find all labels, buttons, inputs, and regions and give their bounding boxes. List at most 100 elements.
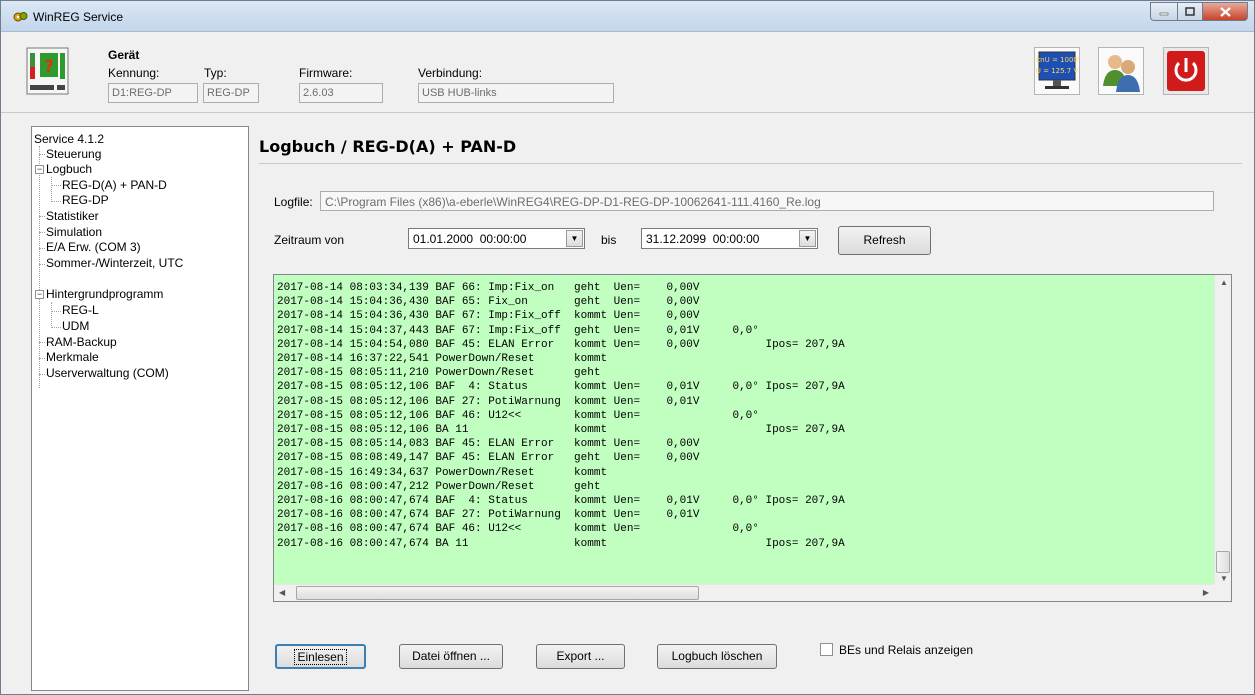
bes-relais-checkbox[interactable]	[820, 643, 833, 656]
monitor-line-1: knU = 1000	[1036, 56, 1078, 64]
chevron-down-icon: ▼	[803, 234, 812, 243]
from-date-value: 01.01.2000 00:00:00	[413, 232, 527, 246]
svg-text:?: ?	[44, 57, 54, 77]
log-line: 2017-08-15 16:49:34,637 PowerDown/Reset …	[277, 466, 608, 479]
log-line: 2017-08-16 08:00:47,212 PowerDown/Reset …	[277, 480, 601, 493]
tree-item-reg-da-pan-d[interactable]: REG-D(A) + PAN-D	[62, 178, 167, 193]
power-off-button[interactable]	[1163, 47, 1209, 95]
measurement-monitor-button[interactable]: knU = 1000 U = 125.7 V	[1034, 47, 1080, 95]
tree-item-reg-dp[interactable]: REG-DP	[62, 193, 109, 208]
title-divider	[259, 163, 1242, 164]
title-bar[interactable]: WinREG Service	[1, 1, 1254, 32]
export-button[interactable]: Export ...	[536, 644, 625, 669]
log-output[interactable]: 2017-08-14 08:03:34,139 BAF 66: Imp:Fix_…	[273, 274, 1232, 602]
user-management-button[interactable]	[1098, 47, 1144, 95]
logbuch-loeschen-button[interactable]: Logbuch löschen	[657, 644, 777, 669]
log-line: 2017-08-16 08:00:47,674 BA 11 kommt Ipos…	[277, 537, 845, 550]
log-line: 2017-08-16 08:00:47,674 BAF 46: U12<< ko…	[277, 523, 759, 536]
app-icon	[13, 12, 28, 22]
log-line: 2017-08-14 15:04:36,430 BAF 67: Imp:Fix_…	[277, 310, 700, 323]
chevron-down-icon: ▼	[570, 234, 579, 243]
typ-field: REG-DP	[203, 83, 259, 103]
typ-label: Typ:	[204, 66, 227, 80]
tree-item-hintergrundprogramm[interactable]: Hintergrundprogramm	[46, 287, 163, 302]
log-line: 2017-08-15 08:05:11,210 PowerDown/Reset …	[277, 367, 601, 380]
scroll-down-icon[interactable]: ▼	[1220, 574, 1228, 583]
page-title: Logbuch / REG-D(A) + PAN-D	[259, 137, 517, 156]
logfile-label: Logfile:	[274, 195, 313, 209]
log-line: 2017-08-14 16:37:22,541 PowerDown/Reset …	[277, 353, 608, 366]
minimize-button[interactable]	[1150, 2, 1178, 21]
scroll-right-icon[interactable]: ▶	[1203, 588, 1209, 597]
from-dropdown-button[interactable]: ▼	[566, 230, 583, 247]
power-icon	[1167, 51, 1205, 91]
log-line: 2017-08-15 08:05:14,083 BAF 45: ELAN Err…	[277, 438, 700, 451]
to-dropdown-button[interactable]: ▼	[799, 230, 816, 247]
collapse-logbuch-icon[interactable]: −	[35, 165, 44, 174]
users-icon	[1103, 55, 1140, 92]
scroll-left-icon[interactable]: ◀	[279, 588, 285, 597]
close-button[interactable]	[1202, 2, 1248, 21]
einlesen-button[interactable]: Einlesen	[275, 644, 366, 669]
tree-item-sommer-winterzeit[interactable]: Sommer-/Winterzeit, UTC	[46, 256, 183, 271]
log-lines: 2017-08-14 08:03:34,139 BAF 66: Imp:Fix_…	[277, 281, 845, 551]
tree-item-steuerung[interactable]: Steuerung	[46, 147, 101, 162]
log-line: 2017-08-14 15:04:36,430 BAF 65: Fix_on g…	[277, 296, 700, 309]
log-line: 2017-08-15 08:05:12,106 BAF 46: U12<< ko…	[277, 409, 759, 422]
to-date-value: 31.12.2099 00:00:00	[646, 232, 760, 246]
device-label: Gerät	[108, 48, 140, 62]
einlesen-label: Einlesen	[294, 649, 347, 665]
log-line: 2017-08-14 08:03:34,139 BAF 66: Imp:Fix_…	[277, 282, 700, 294]
tree-item-udm[interactable]: UDM	[62, 319, 89, 334]
vertical-scroll-thumb[interactable]	[1216, 551, 1230, 573]
app-window: WinREG Service ? Gerät Kennung: D1:REG-D…	[0, 0, 1255, 695]
monitor-line-2: U = 125.7 V	[1036, 67, 1079, 75]
tree-item-logbuch[interactable]: Logbuch	[46, 162, 92, 177]
firmware-field: 2.6.03	[299, 83, 383, 103]
firmware-label: Firmware:	[299, 66, 353, 80]
scroll-corner	[1214, 584, 1231, 601]
logfile-path-field: C:\Program Files (x86)\a-eberle\WinREG4\…	[320, 191, 1214, 211]
vertical-scrollbar[interactable]: ▲ ▼	[1214, 275, 1231, 586]
tree-item-reg-l[interactable]: REG-L	[62, 303, 99, 318]
tree-root-service[interactable]: Service 4.1.2	[34, 132, 104, 147]
device-header: ? Gerät Kennung: D1:REG-DP Typ: REG-DP F…	[1, 33, 1254, 113]
monitor-icon: knU = 1000 U = 125.7 V	[1036, 51, 1079, 89]
horizontal-scroll-thumb[interactable]	[296, 586, 699, 600]
log-line: 2017-08-16 08:00:47,674 BAF 27: PotiWarn…	[277, 509, 700, 522]
tree-item-ea-erw[interactable]: E/A Erw. (COM 3)	[46, 240, 141, 255]
log-line: 2017-08-15 08:05:12,106 BA 11 kommt Ipos…	[277, 424, 845, 437]
log-line: 2017-08-14 15:04:54,080 BAF 45: ELAN Err…	[277, 338, 845, 351]
log-line: 2017-08-14 15:04:37,443 BAF 67: Imp:Fix_…	[277, 324, 759, 337]
refresh-button[interactable]: Refresh	[838, 226, 931, 255]
to-date-picker[interactable]: 31.12.2099 00:00:00 ▼	[641, 228, 818, 249]
horizontal-scrollbar[interactable]: ◀ ▶	[274, 584, 1215, 601]
tree-item-merkmale[interactable]: Merkmale	[46, 350, 99, 365]
log-line: 2017-08-15 08:08:49,147 BAF 45: ELAN Err…	[277, 452, 700, 465]
device-icon: ?	[26, 47, 69, 95]
minimize-icon	[1159, 12, 1169, 15]
maximize-button[interactable]	[1177, 2, 1203, 21]
kennung-label: Kennung:	[108, 66, 160, 80]
log-line: 2017-08-15 08:05:12,106 BAF 27: PotiWarn…	[277, 395, 700, 408]
verbindung-label: Verbindung:	[418, 66, 483, 80]
maximize-icon	[1185, 7, 1195, 16]
log-line: 2017-08-16 08:00:47,674 BAF 4: Status ko…	[277, 495, 845, 508]
kennung-field: D1:REG-DP	[108, 83, 198, 103]
tree-item-ram-backup[interactable]: RAM-Backup	[46, 335, 117, 350]
tree-item-statistiker[interactable]: Statistiker	[46, 209, 99, 224]
zeitraum-label: Zeitraum von	[274, 233, 345, 247]
close-icon	[1219, 6, 1231, 17]
window-title: WinREG Service	[33, 10, 124, 24]
scroll-up-icon[interactable]: ▲	[1220, 278, 1228, 287]
log-line: 2017-08-15 08:05:12,106 BAF 4: Status ko…	[277, 381, 845, 394]
datei-oeffnen-button[interactable]: Datei öffnen ...	[399, 644, 503, 669]
from-date-picker[interactable]: 01.01.2000 00:00:00 ▼	[408, 228, 585, 249]
verbindung-field: USB HUB-links	[418, 83, 614, 103]
tree-item-simulation[interactable]: Simulation	[46, 225, 102, 240]
navigation-tree[interactable]: Service 4.1.2 Steuerung − Logbuch REG-D(…	[31, 126, 249, 691]
collapse-hintergrundprogramm-icon[interactable]: −	[35, 290, 44, 299]
bes-relais-label[interactable]: BEs und Relais anzeigen	[839, 643, 973, 657]
window-controls	[1150, 2, 1248, 22]
tree-item-userverwaltung[interactable]: Userverwaltung (COM)	[46, 366, 169, 381]
